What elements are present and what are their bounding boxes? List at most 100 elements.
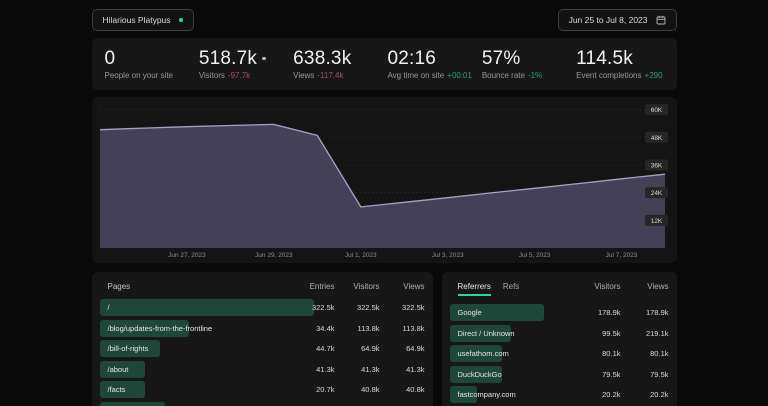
calendar-icon [656,15,666,25]
row-value: 44.7k [290,344,335,353]
site-selector-label: Hilarious Platypus [103,15,171,25]
row-value: 99.5k [573,329,621,338]
y-tick-label: 48K [650,135,662,142]
table-row[interactable]: /bill-of-rights44.7k64.9k64.9k [100,340,425,357]
stat-value: 0 [105,48,199,69]
table-row[interactable]: /322.5k322.5k322.5k [100,299,425,316]
stat-value: 02:16 [387,48,481,69]
row-value: 41.3k [335,365,380,374]
stat-value: 57% [482,48,576,69]
row-value: 80.1k [621,349,669,358]
row-label: Google [450,308,573,317]
stat-avg-time-on-site[interactable]: 02:16 Avg time on site+00:01 [387,48,481,80]
table-row-partial[interactable] [100,402,425,406]
row-value: 79.5k [621,370,669,379]
stat-people-on-your-site[interactable]: 0 People on your site [105,48,199,80]
x-tick-label: Jul 7, 2023 [605,252,637,259]
stat-value: 638.3k [293,48,387,69]
row-value: 219.1k [621,329,669,338]
x-tick-label: Jul 5, 2023 [518,252,550,259]
pages-table: PagesEntriesVisitorsViews/322.5k322.5k32… [92,272,433,406]
row-value: 113.8k [380,324,425,333]
row-value: 322.5k [290,303,335,312]
stat-delta: -97.7k [228,71,250,80]
column-header-entries: Entries [290,282,335,291]
row-value: 20.2k [621,390,669,399]
breakdown-tables: PagesEntriesVisitorsViews/322.5k322.5k32… [92,272,677,406]
stat-bounce-rate[interactable]: 57% Bounce rate-1% [482,48,576,80]
stat-label: Event completions+290 [576,71,670,80]
column-header-views: Views [380,282,425,291]
row-value: 20.2k [573,390,621,399]
x-tick-label: Jul 3, 2023 [431,252,463,259]
row-value: 40.8k [380,385,425,394]
date-range-picker[interactable]: Jun 25 to Jul 8, 2023 [558,9,677,31]
tab-referrers[interactable]: Referrers [458,282,491,296]
stat-delta: -117.4k [317,71,343,80]
stat-label-text: Visitors [199,71,225,80]
table-header: Referrers Refs VisitorsViews [450,280,669,296]
row-value: 64.9k [380,344,425,353]
row-value: 41.3k [380,365,425,374]
table-row[interactable]: Google178.9k178.9k [450,304,669,321]
y-tick-label: 12K [650,218,662,225]
stat-label-text: Event completions [576,71,641,80]
table-tabs: Referrers Refs [458,282,573,296]
column-header-visitors: Visitors [335,282,380,291]
stat-visitors[interactable]: 518.7kVisitors-97.7k [199,48,293,80]
column-header-visitors: Visitors [573,282,621,291]
row-value: 40.8k [335,385,380,394]
table-row[interactable]: /about41.3k41.3k41.3k [100,361,425,378]
row-value: 20.7k [290,385,335,394]
table-row[interactable]: fastcompany.com20.2k20.2k [450,386,669,403]
stats-panel: 0 People on your site 518.7kVisitors-97.7k… [92,38,677,90]
y-tick-label: 60K [650,107,662,114]
date-range-label: Jun 25 to Jul 8, 2023 [569,15,648,25]
row-value: 178.9k [573,308,621,317]
top-bar: Hilarious Platypus Jun 25 to Jul 8, 2023 [92,0,677,31]
chart-svg: 12K24K36K48K60KJun 27, 2023Jun 29, 2023J… [92,97,677,263]
row-value: 178.9k [621,308,669,317]
row-value: 41.3k [290,365,335,374]
stat-label: Views-117.4k [293,71,387,80]
table-row[interactable]: /blog/updates-from-the-frontline34.4k113… [100,320,425,337]
column-header-views: Views [621,282,669,291]
y-tick-label: 36K [650,162,662,169]
stat-delta: -1% [528,71,542,80]
row-label: fastcompany.com [450,390,573,399]
row-label: usefathom.com [450,349,573,358]
table-row[interactable]: DuckDuckGo79.5k79.5k [450,366,669,383]
stat-value: 114.5k [576,48,670,69]
visitors-area-chart: 12K24K36K48K60KJun 27, 2023Jun 29, 2023J… [92,97,677,263]
stat-label-text: Views [293,71,314,80]
y-tick-label: 24K [650,190,662,197]
table-row[interactable]: /facts20.7k40.8k40.8k [100,381,425,398]
x-tick-label: Jun 27, 2023 [168,252,206,259]
stat-delta: +00:01 [447,71,472,80]
row-label: / [100,303,290,312]
row-value: 322.5k [380,303,425,312]
site-live-dot-icon [179,18,183,22]
table-row[interactable]: Direct / Unknown99.5k219.1k [450,325,669,342]
stat-label: Bounce rate-1% [482,71,576,80]
row-value: 79.5k [573,370,621,379]
row-value: 113.8k [335,324,380,333]
row-value: 64.9k [335,344,380,353]
row-value: 322.5k [335,303,380,312]
stat-views[interactable]: 638.3k Views-117.4k [293,48,387,80]
stat-label-text: Avg time on site [387,71,444,80]
stat-event-completions[interactable]: 114.5k Event completions+290 [576,48,670,80]
stat-label-text: People on your site [105,71,174,80]
stat-label: Avg time on site+00:01 [387,71,481,80]
analytics-dashboard: Hilarious Platypus Jun 25 to Jul 8, 2023… [92,0,677,406]
row-label: DuckDuckGo [450,370,573,379]
row-value: 34.4k [290,324,335,333]
site-selector[interactable]: Hilarious Platypus [92,9,194,31]
row-bar [100,402,165,406]
row-label: /blog/updates-from-the-frontline [100,324,290,333]
table-header: PagesEntriesVisitorsViews [100,280,425,291]
table-row[interactable]: usefathom.com80.1k80.1k [450,345,669,362]
tab-refs[interactable]: Refs [503,282,519,296]
row-label: /facts [100,385,290,394]
area-fill [100,124,665,248]
